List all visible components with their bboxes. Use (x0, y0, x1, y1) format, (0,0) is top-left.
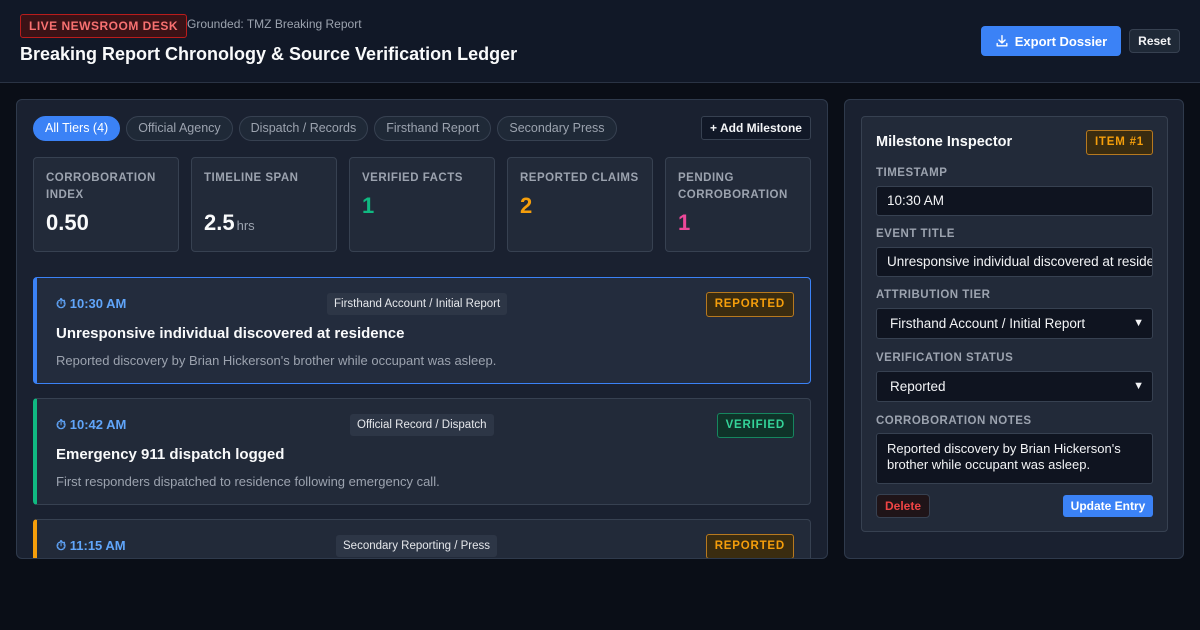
attribution-tier-label: ATTRIBUTION TIER (876, 289, 991, 301)
stat-label: REPORTED CLAIMS (520, 172, 639, 184)
entry-time: ⏱ 10:42 AM (56, 417, 127, 432)
grounded-source: Grounded: TMZ Breaking Report (187, 17, 362, 31)
milestone-inspector: Milestone Inspector ITEM #1 TIMESTAMP 10… (861, 116, 1168, 532)
status-badge: REPORTED (705, 292, 794, 317)
entry-description: First responders dispatched to residence… (56, 474, 440, 489)
inspector-title: Milestone Inspector (876, 134, 1013, 150)
verification-status-select[interactable]: Reported ▼ (876, 371, 1153, 402)
corroboration-notes-field[interactable]: Reported discovery by Brian Hickerson's … (876, 433, 1153, 484)
stat-value: 1 (362, 193, 375, 218)
attribution-tier-select[interactable]: Firsthand Account / Initial Report ▼ (876, 308, 1153, 339)
chevron-down-icon: ▼ (1133, 380, 1144, 392)
entry-tier-badge: Firsthand Account / Initial Report (327, 293, 508, 315)
stat-card-verified-facts: VERIFIED FACTS 1 (349, 157, 495, 252)
tab-all-tiers[interactable]: All Tiers (4) (33, 116, 121, 141)
tab-secondary-press[interactable]: Secondary Press (497, 116, 617, 141)
entry-tier-badge: Official Record / Dispatch (350, 414, 494, 436)
update-entry-button[interactable]: Update Entry (1063, 495, 1153, 517)
entry-title: Unresponsive individual discovered at re… (56, 325, 405, 342)
tab-official-agency[interactable]: Official Agency (126, 116, 233, 141)
item-badge: ITEM #1 (1085, 130, 1153, 155)
verification-status-value: Reported (890, 379, 946, 394)
live-badge: LIVE NEWSROOM DESK (20, 14, 188, 38)
delete-button[interactable]: Delete (876, 494, 930, 518)
add-milestone-button[interactable]: + Add Milestone (701, 116, 811, 140)
entry-title: Emergency 911 dispatch logged (56, 446, 285, 463)
stat-value: 1 (678, 210, 691, 235)
reset-button[interactable]: Reset (1129, 29, 1180, 53)
event-title-field[interactable]: Unresponsive individual discovered at re… (876, 247, 1153, 277)
timestamp-label: TIMESTAMP (876, 167, 948, 179)
timeline-entry[interactable]: ⏱ 10:42 AM Official Record / Dispatch VE… (33, 398, 811, 505)
timeline-entry[interactable]: ⏱ 10:30 AM Firsthand Account / Initial R… (33, 277, 811, 384)
stat-card-reported-claims: REPORTED CLAIMS 2 (507, 157, 653, 252)
export-label: Export Dossier (1014, 33, 1108, 49)
corroboration-notes-label: CORROBORATION NOTES (876, 415, 1032, 427)
stat-label: VERIFIED FACTS (362, 172, 463, 184)
stat-card-pending-corroboration: PENDING CORROBORATION 1 (665, 157, 811, 252)
stat-value: 0.50 (46, 210, 89, 235)
attribution-tier-value: Firsthand Account / Initial Report (890, 316, 1086, 331)
timestamp-field[interactable]: 10:30 AM (876, 186, 1153, 216)
export-dossier-button[interactable]: Export Dossier (981, 26, 1121, 56)
stat-value: 2 (520, 193, 533, 218)
entry-description: Reported discovery by Brian Hickerson's … (56, 353, 497, 368)
stat-value: 2.5 hrs (204, 210, 255, 235)
verification-status-label: VERIFICATION STATUS (876, 352, 1014, 364)
stat-label: TIMELINE SPAN (204, 172, 299, 184)
timeline-panel: All Tiers (4) Official Agency Dispatch /… (16, 99, 828, 559)
stat-unit: hrs (236, 218, 255, 233)
timeline-entry[interactable]: ⏱ 11:15 AM Secondary Reporting / Press R… (33, 519, 811, 558)
inspector-panel: Milestone Inspector ITEM #1 TIMESTAMP 10… (844, 99, 1184, 559)
stat-label: CORROBORATION INDEX (46, 172, 156, 201)
entry-tier-badge: Secondary Reporting / Press (336, 535, 498, 557)
tier-filter-tabs: All Tiers (4) Official Agency Dispatch /… (33, 116, 617, 141)
chevron-down-icon: ▼ (1133, 317, 1144, 329)
status-badge: VERIFIED (716, 413, 794, 438)
entry-time: ⏱ 11:15 AM (56, 538, 126, 553)
page-title: Breaking Report Chronology & Source Veri… (20, 44, 518, 64)
stat-card-corroboration-index: CORROBORATION INDEX 0.50 (33, 157, 179, 252)
stat-card-timeline-span: TIMELINE SPAN 2.5 hrs (191, 157, 337, 252)
tab-firsthand-report[interactable]: Firsthand Report (374, 116, 492, 141)
event-title-label: EVENT TITLE (876, 228, 955, 240)
entry-time: ⏱ 10:30 AM (56, 296, 127, 311)
stats-row: CORROBORATION INDEX 0.50 TIMELINE SPAN 2… (33, 157, 811, 252)
tab-dispatch-records[interactable]: Dispatch / Records (238, 116, 369, 141)
stat-label: PENDING CORROBORATION (678, 172, 788, 201)
app-header: LIVE NEWSROOM DESK Grounded: TMZ Breakin… (0, 0, 1200, 83)
download-icon (996, 35, 1008, 47)
status-badge: REPORTED (705, 534, 794, 558)
